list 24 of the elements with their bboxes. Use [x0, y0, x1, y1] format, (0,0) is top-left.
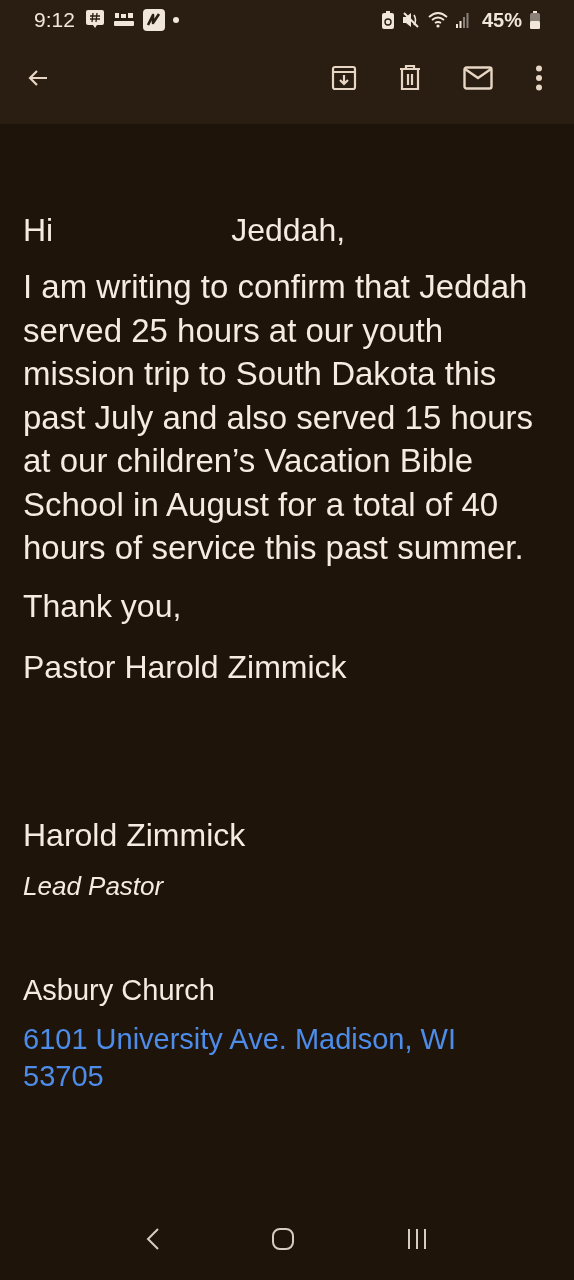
home-nav-icon[interactable]	[271, 1227, 295, 1251]
signal-icon	[455, 11, 470, 29]
battery-percentage: 45%	[481, 8, 522, 32]
greeting-name: Jeddah,	[231, 212, 346, 249]
organization-name: Asbury Church	[23, 973, 216, 1007]
delete-icon[interactable]	[399, 65, 421, 91]
battery-saver-icon	[381, 11, 394, 29]
back-nav-icon[interactable]	[145, 1227, 160, 1251]
address-link[interactable]: 6101 University Ave. Madison, WI 53705	[23, 1020, 523, 1095]
signoff-text: Pastor Harold Zimmick	[23, 647, 348, 687]
signature-name: Harold Zimmick	[23, 815, 247, 855]
recents-nav-icon[interactable]	[406, 1228, 429, 1250]
status-time: 9:12	[34, 8, 75, 32]
closing-text: Thank you,	[23, 586, 183, 626]
dot-icon	[172, 17, 179, 23]
archive-icon[interactable]	[331, 65, 357, 91]
wifi-icon	[427, 11, 448, 29]
mail-icon[interactable]	[463, 66, 493, 90]
battery-icon	[530, 11, 540, 29]
more-options-icon[interactable]	[535, 65, 543, 91]
greeting-text: Hi	[23, 212, 54, 249]
signature-title: Lead Pastor	[23, 870, 165, 902]
mute-icon	[401, 11, 420, 29]
message-paragraph: I am writing to confirm that Jeddah served 25 hours at our youth mission trip to South Dakota this past July and also served 15 hours at our children’s Vacation Bible School in August for a total of 40 hours of service this past summer.	[23, 267, 534, 568]
